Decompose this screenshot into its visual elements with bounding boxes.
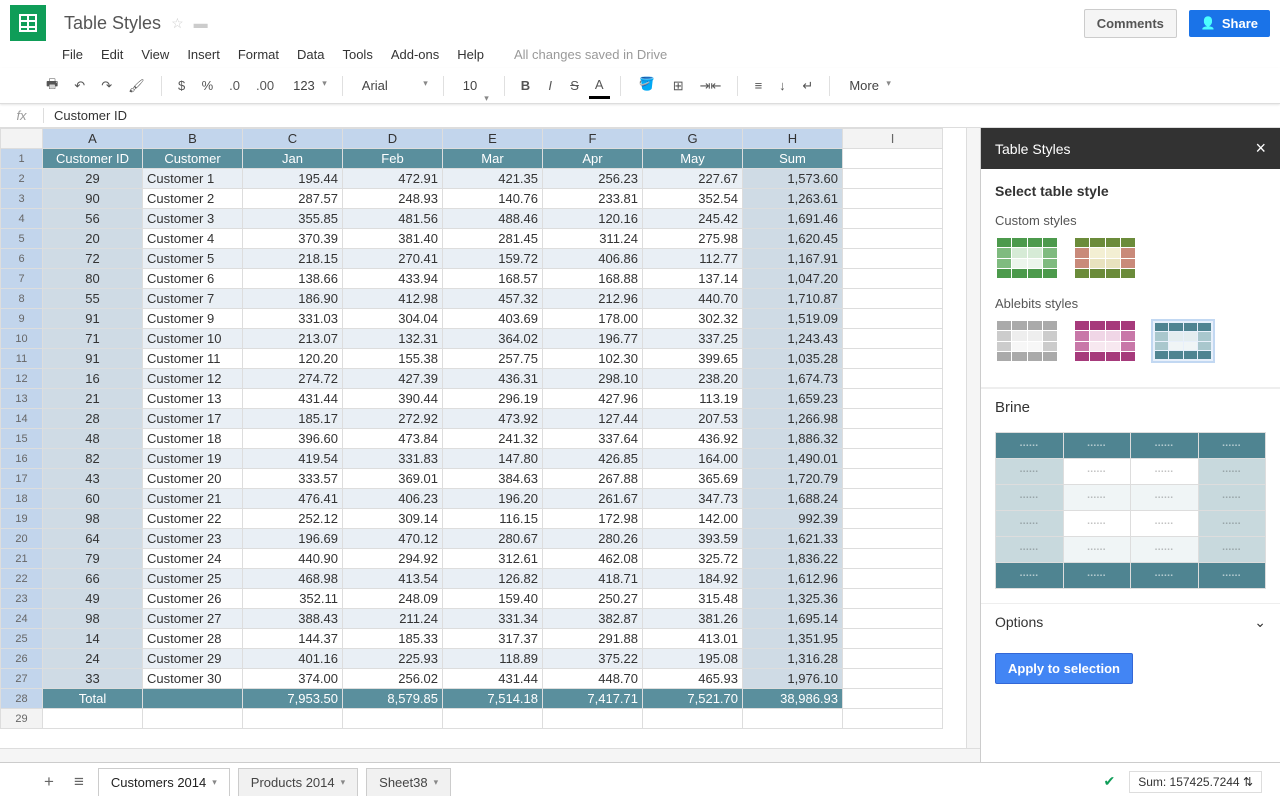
- tab-menu-icon[interactable]: ▾: [341, 777, 346, 788]
- font-select[interactable]: Arial: [353, 75, 433, 96]
- menu-format[interactable]: Format: [238, 47, 279, 62]
- more-toolbar[interactable]: More: [840, 75, 896, 96]
- merge-cells-icon[interactable]: ⇥⇤: [694, 74, 728, 98]
- ablebits-styles-label: Ablebits styles: [981, 296, 1280, 319]
- vertical-scrollbar[interactable]: [966, 128, 980, 748]
- menu-data[interactable]: Data: [297, 47, 324, 62]
- menu-addons[interactable]: Add-ons: [391, 47, 439, 62]
- save-status: All changes saved in Drive: [514, 47, 667, 62]
- decrease-decimal-icon[interactable]: .0: [223, 74, 246, 97]
- undo-icon[interactable]: ↶: [68, 74, 91, 98]
- sheets-app-icon[interactable]: [10, 5, 46, 41]
- menu-file[interactable]: File: [62, 47, 83, 62]
- chevron-down-icon: ⌄: [1254, 614, 1266, 631]
- menu-tools[interactable]: Tools: [342, 47, 372, 62]
- valign-icon[interactable]: ↓: [772, 74, 792, 97]
- tab-menu-icon[interactable]: ▾: [212, 777, 217, 788]
- toolbar: 🖶 ↶ ↷ 🖌 $ % .0 .00 123 Arial 10 B I S A …: [0, 68, 1280, 104]
- style-thumb-magenta[interactable]: [1073, 319, 1137, 363]
- sidebar-panel: Table Styles × Select table style Custom…: [980, 128, 1280, 762]
- menu-help[interactable]: Help: [457, 47, 484, 62]
- paint-format-icon[interactable]: 🖌: [122, 74, 151, 98]
- horizontal-scrollbar[interactable]: [0, 748, 980, 762]
- font-size-select[interactable]: 10: [454, 75, 494, 96]
- comments-button[interactable]: Comments: [1084, 9, 1177, 38]
- redo-icon[interactable]: ↷: [95, 74, 118, 98]
- folder-icon[interactable]: ▬: [194, 15, 208, 31]
- style-thumb-gray[interactable]: [995, 319, 1059, 363]
- status-check-icon: ✔: [1103, 773, 1115, 790]
- sheet-tab-2[interactable]: Sheet38▾: [366, 768, 451, 796]
- star-icon[interactable]: ☆: [171, 15, 184, 32]
- sidebar-title: Table Styles: [995, 141, 1070, 157]
- style-thumb-brine[interactable]: [1151, 319, 1215, 363]
- menu-insert[interactable]: Insert: [187, 47, 220, 62]
- share-button[interactable]: Share: [1189, 10, 1270, 37]
- close-icon[interactable]: ×: [1255, 138, 1266, 159]
- sidebar-subtitle: Select table style: [981, 169, 1280, 213]
- format-number-select[interactable]: 123: [284, 75, 332, 96]
- align-icon[interactable]: ≡: [748, 74, 768, 97]
- spreadsheet-grid[interactable]: ABCDEFGHI1Customer IDCustomerJanFebMarAp…: [0, 128, 943, 729]
- wrap-icon[interactable]: ↵: [796, 74, 819, 98]
- sheet-tab-0[interactable]: Customers 2014▾: [98, 768, 230, 796]
- fill-color-icon[interactable]: 🪣: [631, 72, 663, 99]
- menu-edit[interactable]: Edit: [101, 47, 123, 62]
- strikethrough-icon[interactable]: S: [564, 74, 585, 97]
- options-toggle[interactable]: Options ⌄: [981, 603, 1280, 641]
- text-color-icon[interactable]: A: [589, 73, 610, 99]
- increase-decimal-icon[interactable]: .00: [250, 74, 280, 97]
- formula-input[interactable]: Customer ID: [44, 108, 1280, 123]
- sum-display[interactable]: Sum: 157425.7244 ⇅: [1129, 771, 1262, 793]
- all-sheets-icon[interactable]: ≡: [68, 768, 90, 796]
- menu-view[interactable]: View: [141, 47, 169, 62]
- tab-menu-icon[interactable]: ▾: [434, 777, 439, 788]
- add-sheet-icon[interactable]: +: [38, 768, 60, 796]
- print-icon[interactable]: 🖶: [40, 71, 64, 101]
- fx-label: fx: [0, 108, 44, 123]
- sheet-tab-1[interactable]: Products 2014▾: [238, 768, 358, 796]
- borders-icon[interactable]: ⊞: [667, 74, 690, 98]
- format-percent-icon[interactable]: %: [196, 74, 220, 97]
- menu-bar: File Edit View Insert Format Data Tools …: [0, 40, 1280, 68]
- bold-icon[interactable]: B: [515, 74, 536, 97]
- sheet-tabs: + ≡ Customers 2014▾ Products 2014▾ Sheet…: [0, 762, 1280, 800]
- custom-styles-label: Custom styles: [981, 213, 1280, 236]
- format-currency-icon[interactable]: $: [172, 74, 192, 97]
- style-preview: [995, 432, 1266, 589]
- apply-button[interactable]: Apply to selection: [995, 653, 1133, 684]
- style-thumb-green[interactable]: [995, 236, 1059, 280]
- preview-style-name: Brine: [981, 388, 1280, 426]
- italic-icon[interactable]: I: [540, 74, 560, 97]
- document-title[interactable]: Table Styles: [64, 13, 161, 34]
- style-thumb-olive[interactable]: [1073, 236, 1137, 280]
